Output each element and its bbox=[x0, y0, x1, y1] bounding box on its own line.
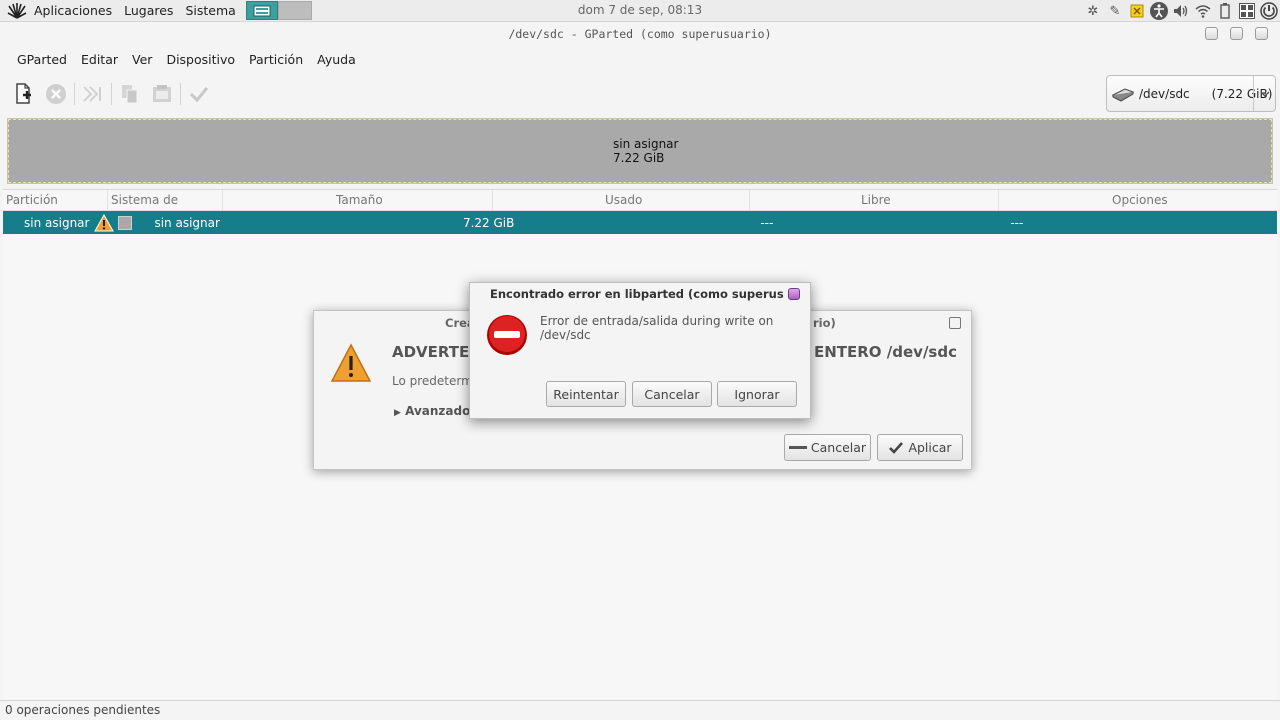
warning-icon bbox=[94, 213, 115, 232]
row-used: --- bbox=[760, 215, 774, 230]
chevron-down-icon[interactable] bbox=[1253, 76, 1275, 111]
menu-particion[interactable]: Partición bbox=[242, 52, 310, 67]
advanced-label: Avanzado bbox=[405, 404, 471, 418]
toolbar bbox=[8, 78, 215, 110]
wifi-icon[interactable] bbox=[1193, 1, 1213, 21]
accessibility-icon[interactable] bbox=[1149, 1, 1169, 21]
error-cancel-button[interactable]: Cancelar bbox=[632, 381, 712, 407]
status-bar: 0 operaciones pendientes bbox=[0, 700, 1280, 720]
column-header-libre[interactable]: Libre bbox=[750, 190, 999, 210]
menu-ver[interactable]: Ver bbox=[125, 52, 159, 67]
battery-icon[interactable] bbox=[1215, 1, 1235, 21]
window-titlebar[interactable]: /dev/sdc - GParted (como superusuario) bbox=[0, 22, 1280, 46]
tools-icon[interactable]: ✎ bbox=[1105, 1, 1125, 21]
column-header-opciones[interactable]: Opciones bbox=[999, 190, 1277, 210]
back-cancel-button[interactable]: Cancelar bbox=[784, 434, 871, 461]
delete-partition-button[interactable] bbox=[40, 78, 72, 110]
device-selector[interactable]: /dev/sdc (7.22 GiB) bbox=[1106, 75, 1276, 112]
brightness-icon[interactable]: ✲ bbox=[1083, 1, 1103, 21]
volume-icon[interactable] bbox=[1171, 1, 1191, 21]
back-dialog-text: Lo predetermi bbox=[392, 374, 477, 388]
ignore-button[interactable]: Ignorar bbox=[717, 381, 797, 407]
panel-menu-aplicaciones[interactable]: Aplicaciones bbox=[28, 3, 118, 18]
menu-gparted[interactable]: GParted bbox=[10, 52, 74, 67]
column-header-usado[interactable]: Usado bbox=[493, 190, 750, 210]
column-header-particion[interactable]: Partición bbox=[3, 190, 108, 210]
apply-all-button[interactable] bbox=[183, 78, 215, 110]
partition-visual-size: 7.22 GiB bbox=[613, 151, 665, 165]
table-row[interactable]: sin asignar sin asignar 7.22 GiB --- --- bbox=[3, 211, 1277, 234]
row-size: 7.22 GiB bbox=[462, 215, 515, 230]
error-message: Error de entrada/salida during write on … bbox=[540, 314, 774, 342]
partition-visual-unallocated[interactable]: sin asignar 7.22 GiB bbox=[7, 118, 1273, 184]
partition-visual-label: sin asignar bbox=[613, 137, 679, 151]
back-dialog-title-end: rio) bbox=[813, 316, 836, 330]
window-title: /dev/sdc - GParted (como superusuario) bbox=[508, 27, 772, 41]
back-apply-button[interactable]: Aplicar bbox=[877, 434, 963, 461]
back-apply-label: Aplicar bbox=[908, 440, 952, 455]
device-name: /dev/sdc bbox=[1139, 86, 1190, 101]
distro-logo-icon[interactable] bbox=[6, 0, 28, 22]
toolbar-separator bbox=[74, 83, 75, 105]
workspace-switcher-icon[interactable] bbox=[1237, 1, 1257, 21]
resize-move-button[interactable] bbox=[77, 78, 109, 110]
menu-ayuda[interactable]: Ayuda bbox=[310, 52, 363, 67]
advanced-expander[interactable]: ▶ Avanzado bbox=[394, 404, 470, 418]
column-header-tamano[interactable]: Tamaño bbox=[223, 190, 493, 210]
taskbar-window-button[interactable] bbox=[277, 1, 312, 20]
panel-menu-sistema[interactable]: Sistema bbox=[179, 3, 241, 18]
toolbar-separator bbox=[180, 83, 181, 105]
check-icon bbox=[888, 441, 904, 455]
paste-button[interactable] bbox=[146, 78, 178, 110]
menu-dispositivo[interactable]: Dispositivo bbox=[159, 52, 242, 67]
error-dialog-title[interactable]: Encontrado error en libparted (como supe… bbox=[490, 287, 784, 301]
error-stop-icon bbox=[486, 314, 528, 359]
warning-large-icon bbox=[330, 343, 372, 386]
filesystem-color-swatch bbox=[118, 215, 133, 230]
maximize-button[interactable] bbox=[1230, 27, 1243, 40]
update-warning-icon[interactable] bbox=[1127, 1, 1147, 21]
table-header: Partición Sistema de archivos Tamaño Usa… bbox=[3, 190, 1277, 228]
power-icon[interactable] bbox=[1259, 1, 1279, 21]
retry-button[interactable]: Reintentar bbox=[546, 381, 626, 407]
row-free: --- bbox=[1010, 215, 1024, 230]
row-filesystem: sin asignar bbox=[154, 215, 220, 230]
hard-disk-icon bbox=[1111, 86, 1135, 102]
top-panel: Aplicaciones Lugares Sistema dom 7 de se… bbox=[0, 0, 1280, 22]
libparted-error-dialog: Encontrado error en libparted (como supe… bbox=[469, 282, 811, 419]
new-partition-button[interactable] bbox=[8, 78, 40, 110]
toolbar-separator bbox=[111, 83, 112, 105]
close-window-button[interactable] bbox=[1255, 27, 1268, 40]
taskbar-gparted-button[interactable] bbox=[245, 1, 278, 20]
copy-button[interactable] bbox=[114, 78, 146, 110]
back-cancel-label: Cancelar bbox=[810, 440, 867, 455]
menu-editar[interactable]: Editar bbox=[74, 52, 125, 67]
back-dialog-close-button[interactable] bbox=[949, 317, 961, 329]
minus-icon bbox=[788, 446, 807, 449]
menubar: GParted Editar Ver Dispositivo Partición… bbox=[10, 48, 363, 70]
row-partition: sin asignar bbox=[24, 215, 90, 230]
minimize-button[interactable] bbox=[1205, 27, 1218, 40]
triangle-right-icon: ▶ bbox=[394, 408, 401, 418]
column-header-sistema-archivos[interactable]: Sistema de archivos bbox=[108, 190, 223, 228]
error-dialog-close-button[interactable] bbox=[788, 288, 800, 300]
system-tray: ✲ ✎ bbox=[1082, 0, 1280, 22]
panel-menu-lugares[interactable]: Lugares bbox=[118, 3, 179, 18]
